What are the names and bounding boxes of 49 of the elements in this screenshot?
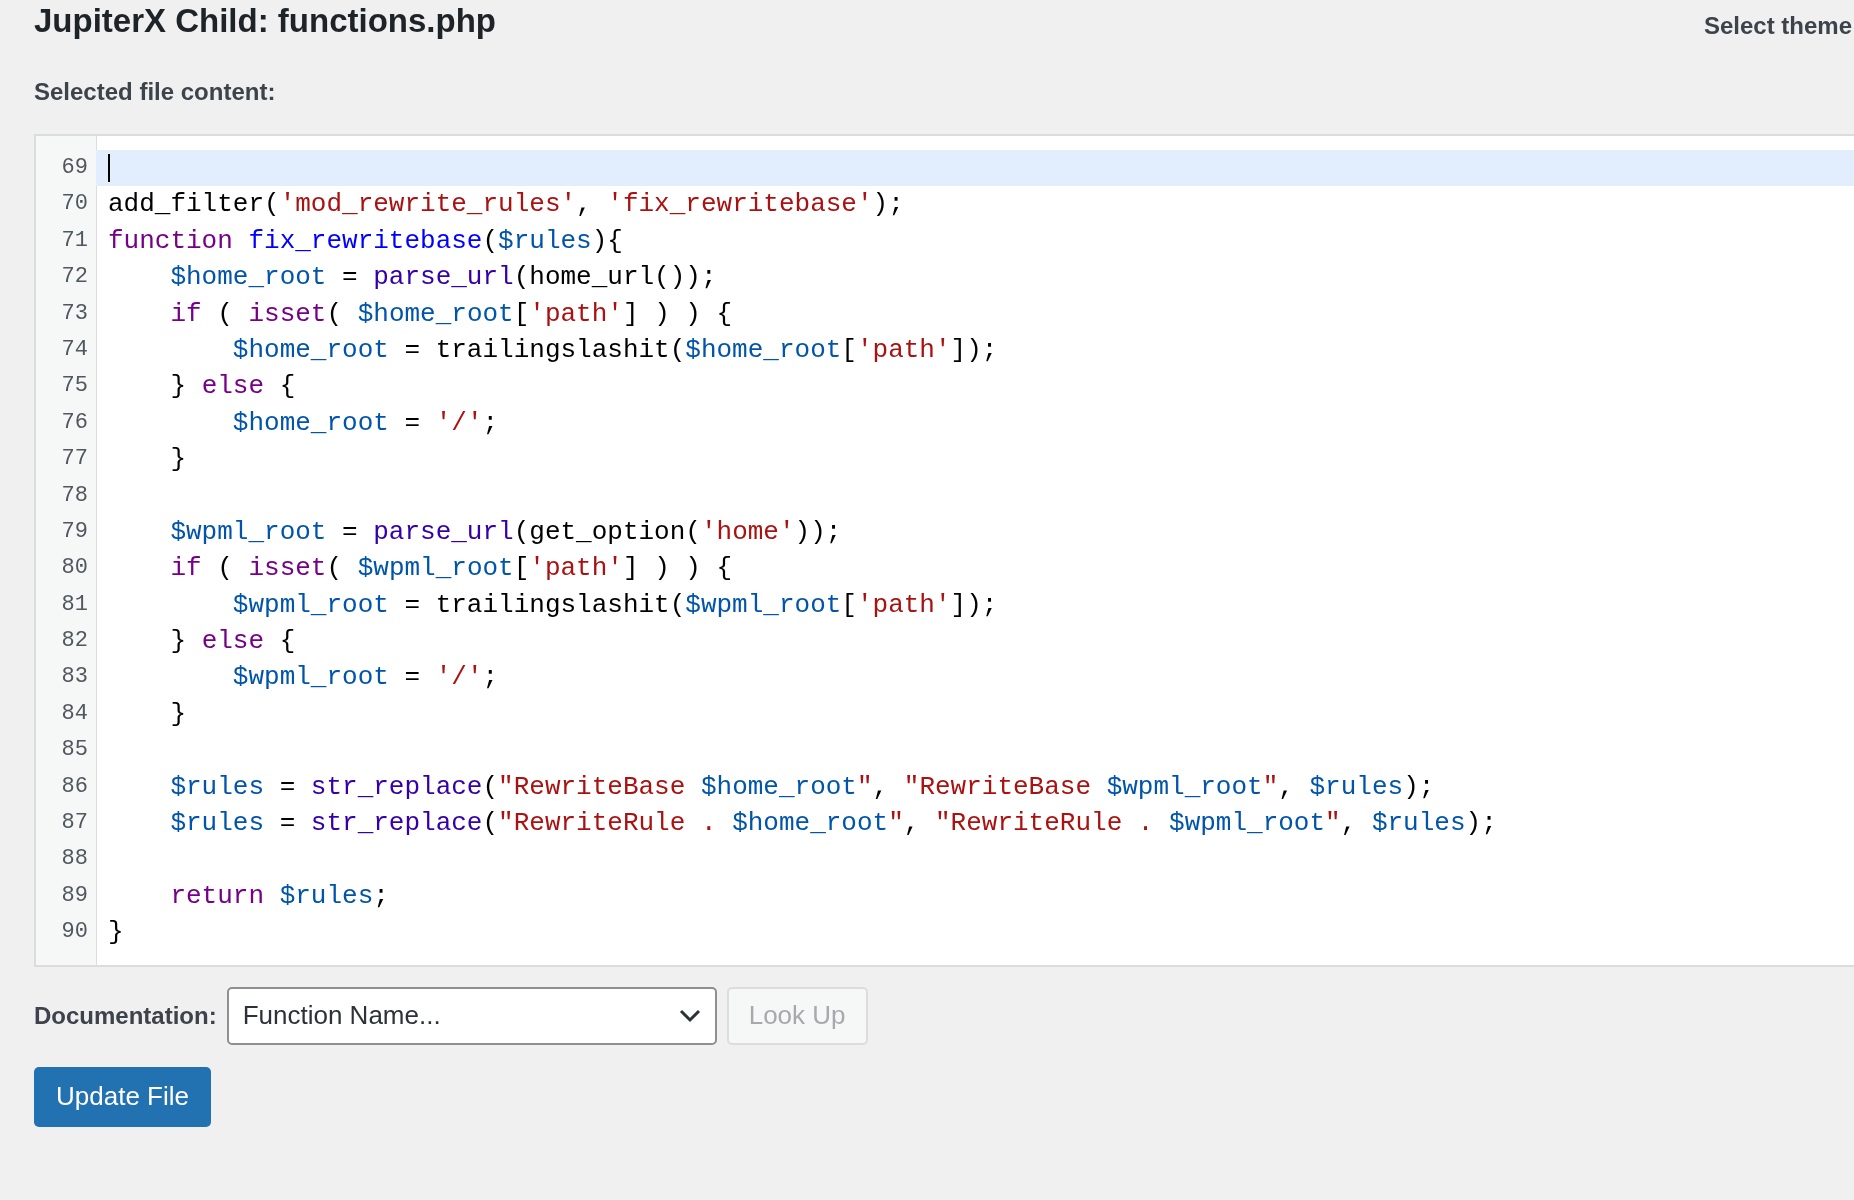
line-number: 83 <box>60 663 89 692</box>
code-line: } <box>169 697 186 731</box>
line-number: 75 <box>60 372 89 401</box>
line-number: 69 <box>60 154 89 182</box>
line-number: 73 <box>60 299 89 328</box>
line-number: 76 <box>60 408 89 437</box>
page-title: JupiterX Child: functions.php <box>34 2 496 40</box>
code-line: $home_root = parse_url(home_url()); <box>169 261 717 295</box>
line-number: 80 <box>60 554 89 583</box>
line-number: 89 <box>60 881 89 910</box>
code-line: function fix_rewritebase($rules){ <box>108 224 623 258</box>
code-line: $home_root = '/'; <box>231 406 499 440</box>
code-line: } <box>169 443 186 477</box>
line-number: 82 <box>60 627 89 656</box>
line-number: 77 <box>60 445 89 474</box>
line-number: 90 <box>60 918 89 947</box>
code-line: $wpml_root = trailingslashit($wpml_root['path']); <box>231 588 998 622</box>
section-label: Selected file content: <box>34 78 276 106</box>
line-number: 74 <box>60 335 89 364</box>
line-number: 85 <box>60 736 89 765</box>
code-line: if ( isset( $home_root['path'] ) ) { <box>169 297 733 331</box>
code-line: add_filter('mod_rewrite_rules', 'fix_rewritebase'); <box>108 188 904 222</box>
line-number: 84 <box>60 699 89 728</box>
line-number: 70 <box>60 190 89 219</box>
code-line: $wpml_root = parse_url(get_option('home')); <box>169 515 842 549</box>
code-line: } <box>108 916 124 950</box>
theme-select-label: Select theme <box>1703 12 1853 40</box>
line-number: 88 <box>60 845 89 874</box>
code-line: if ( isset( $wpml_root['path'] ) ) { <box>169 552 733 586</box>
code-line: } else { <box>169 370 296 404</box>
code-line: $home_root = trailingslashit($home_root['path']); <box>231 333 998 367</box>
code-line: $rules = str_replace("RewriteBase $home_root", "RewriteBase $wpml_root", $rules); <box>169 770 1435 804</box>
function-name-dropdown[interactable]: Function Name... <box>226 986 717 1045</box>
documentation-label: Documentation: <box>34 1001 217 1030</box>
chevron-down-icon <box>678 1008 701 1023</box>
code-line: $rules = str_replace("RewriteRule . $home_root", "RewriteRule . $wpml_root", $rules); <box>169 807 1497 841</box>
line-number: 87 <box>60 809 89 838</box>
line-number: 72 <box>60 263 89 292</box>
line-number: 79 <box>60 517 89 546</box>
line-number: 81 <box>60 590 89 619</box>
line-number: 71 <box>60 226 89 255</box>
update-file-button[interactable]: Update File <box>34 1066 211 1127</box>
code-line: return $rules; <box>169 879 389 913</box>
code-line: } else { <box>169 625 296 659</box>
code-editor[interactable] <box>34 134 1854 967</box>
text-cursor <box>108 154 110 183</box>
line-number: 86 <box>60 772 89 801</box>
code-line: $wpml_root = '/'; <box>231 661 499 695</box>
line-number: 78 <box>60 481 89 510</box>
